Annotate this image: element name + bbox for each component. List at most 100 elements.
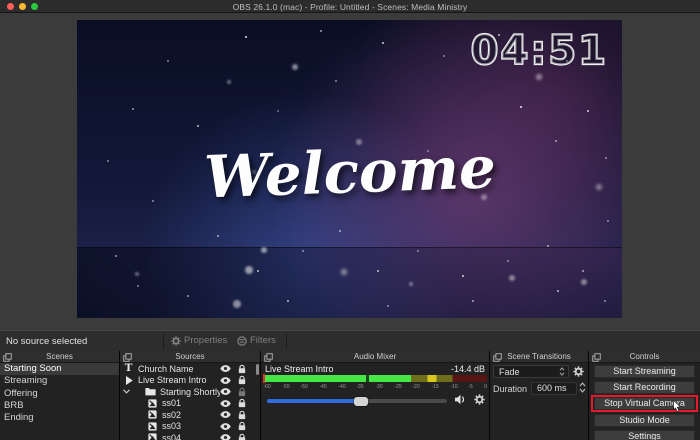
lock-icon[interactable] — [238, 375, 246, 385]
title-bar: OBS 26.1.0 (mac) - Profile: Untitled - S… — [0, 0, 700, 13]
mixer-level-db: -14.4 dB — [451, 364, 485, 374]
audio-mixer-header: Audio Mixer — [261, 351, 489, 363]
source-toolbar: No source selected Properties Filters — [0, 330, 700, 351]
sources-scrollbar[interactable] — [256, 364, 259, 375]
audio-mixer-title: Audio Mixer — [261, 352, 489, 361]
source-label: ss04 — [162, 433, 220, 440]
volume-meter — [263, 375, 487, 382]
settings-button[interactable]: Settings — [594, 430, 695, 440]
transition-select[interactable]: Fade — [493, 365, 569, 378]
sources-list: T Church Name Live Stream Intro — [120, 363, 260, 440]
image-source-icon — [147, 410, 158, 419]
visibility-eye-icon[interactable] — [220, 400, 231, 407]
speaker-icon[interactable] — [454, 394, 467, 405]
visibility-eye-icon[interactable] — [220, 377, 231, 384]
source-group-row[interactable]: Starting Shortly — [120, 386, 260, 398]
meter-scale: -60-55-50-45-40-35-30-25-20-15-10-50 — [263, 384, 487, 390]
start-recording-button[interactable]: Start Recording — [594, 381, 695, 394]
scenes-panel-title: Scenes — [0, 352, 119, 361]
media-source-icon — [123, 376, 134, 385]
sources-panel-header: Sources — [120, 351, 260, 363]
source-label: Starting Shortly — [160, 387, 220, 397]
source-row[interactable]: ss03 — [120, 421, 260, 433]
welcome-text: Welcome — [203, 133, 497, 211]
visibility-eye-icon[interactable] — [220, 365, 231, 372]
filters-label: Filters — [250, 335, 276, 346]
sources-panel: Sources T Church Name — [120, 351, 260, 440]
scene-transitions-header: Scene Transitions — [490, 351, 588, 363]
lock-icon[interactable] — [238, 433, 246, 440]
window-title: OBS 26.1.0 (mac) - Profile: Untitled - S… — [0, 2, 700, 12]
scene-item-offering[interactable]: Offering — [0, 388, 119, 400]
visibility-eye-icon[interactable] — [220, 388, 231, 395]
source-label: Church Name — [138, 364, 220, 374]
source-row[interactable]: ss02 — [120, 409, 260, 421]
mixer-gear-icon[interactable] — [474, 394, 485, 405]
scene-transitions-title: Scene Transitions — [490, 352, 588, 361]
obs-window: OBS 26.1.0 (mac) - Profile: Untitled - S… — [0, 0, 700, 440]
controls-panel: Controls Start Streaming Start Recording… — [589, 351, 700, 440]
lock-icon[interactable] — [238, 364, 246, 374]
visibility-eye-icon[interactable] — [220, 411, 231, 418]
image-source-icon — [147, 422, 158, 431]
chevron-down-icon[interactable] — [123, 389, 130, 394]
transition-gear-icon[interactable] — [573, 366, 584, 377]
mixer-source-name: Live Stream Intro — [265, 364, 334, 374]
source-label: Live Stream Intro — [138, 375, 220, 385]
duration-spinner[interactable] — [579, 382, 586, 393]
starfield-bokeh — [77, 20, 81, 24]
source-label: ss01 — [162, 398, 220, 408]
duration-input[interactable]: 600 ms — [531, 382, 577, 395]
source-row[interactable]: Live Stream Intro — [120, 375, 260, 387]
scenes-panel-header: Scenes — [0, 351, 119, 363]
sources-panel-title: Sources — [120, 352, 260, 361]
stop-virtual-camera-button[interactable]: Stop Virtual Camera — [594, 397, 695, 410]
source-row[interactable]: T Church Name — [120, 363, 260, 375]
filter-icon — [237, 336, 247, 346]
controls-title: Controls — [589, 352, 700, 361]
image-source-icon — [147, 399, 158, 408]
source-label: ss02 — [162, 410, 220, 420]
video-lower-layer — [77, 247, 622, 318]
audio-mixer-body: Live Stream Intro -14.4 dB -60-55-50-45-… — [261, 363, 489, 440]
preview-area: Welcome 04:51 — [0, 13, 700, 330]
separator — [286, 334, 287, 349]
scenes-list: Starting Soon Streaming Offering BRB End… — [0, 363, 119, 440]
scene-item-streaming[interactable]: Streaming — [0, 375, 119, 387]
properties-label: Properties — [184, 335, 227, 346]
text-source-icon: T — [123, 364, 134, 373]
duration-label: Duration — [493, 384, 527, 394]
preview-canvas[interactable]: Welcome 04:51 — [77, 20, 622, 318]
volume-slider[interactable] — [267, 399, 447, 403]
select-stepper-icon — [559, 367, 565, 376]
image-source-icon — [147, 433, 158, 440]
audio-mixer-panel: Audio Mixer Live Stream Intro -14.4 dB -… — [261, 351, 489, 440]
scene-item-ending[interactable]: Ending — [0, 412, 119, 424]
properties-button[interactable]: Properties — [171, 335, 227, 346]
scene-transitions-body: Fade Duration 600 ms — [490, 363, 588, 440]
visibility-eye-icon[interactable] — [220, 423, 231, 430]
scene-item-brb[interactable]: BRB — [0, 400, 119, 412]
controls-body: Start Streaming Start Recording Stop Vir… — [589, 363, 700, 440]
filters-button[interactable]: Filters — [237, 335, 276, 346]
visibility-eye-icon[interactable] — [220, 434, 231, 440]
scene-item-starting-soon[interactable]: Starting Soon — [0, 363, 119, 375]
source-row[interactable]: ss04 — [120, 432, 260, 440]
controls-header: Controls — [589, 351, 700, 363]
group-folder-icon — [145, 387, 156, 396]
volume-slider-fill — [267, 399, 361, 403]
status-message: No source selected — [6, 336, 87, 347]
countdown-timer: 04:51 — [471, 28, 608, 74]
lock-icon[interactable] — [238, 387, 246, 397]
start-streaming-button[interactable]: Start Streaming — [594, 365, 695, 378]
source-row[interactable]: ss01 — [120, 398, 260, 410]
lock-icon[interactable] — [238, 410, 246, 420]
transition-value: Fade — [499, 367, 559, 377]
scenes-panel: Scenes Starting Soon Streaming Offering … — [0, 351, 119, 440]
lock-icon[interactable] — [238, 398, 246, 408]
source-label: ss03 — [162, 421, 220, 431]
studio-mode-button[interactable]: Studio Mode — [594, 414, 695, 427]
gear-icon — [171, 336, 181, 346]
lock-icon[interactable] — [238, 421, 246, 431]
volume-slider-handle[interactable] — [354, 397, 368, 406]
